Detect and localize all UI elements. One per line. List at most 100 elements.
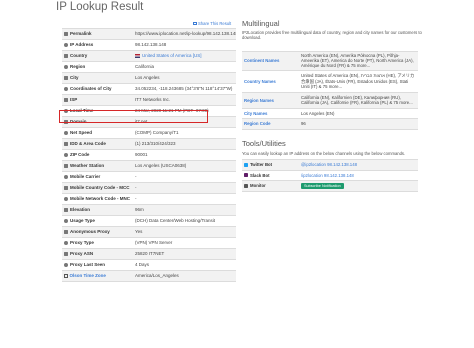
lookup-key: IDD & Area Code bbox=[62, 138, 133, 150]
lookup-row: Mobile Country Code - MCC - bbox=[62, 182, 236, 194]
share-result-link[interactable]: Share This Result bbox=[193, 21, 231, 26]
lookup-key-label: Usage Type bbox=[70, 218, 95, 223]
lookup-key-label: Proxy ASN bbox=[70, 251, 94, 256]
multilingual-value: United States of America (EN), ארצות הבר… bbox=[299, 69, 418, 93]
tool-key: Slack Bot bbox=[242, 169, 299, 181]
lookup-key: ZIP Code bbox=[62, 149, 133, 161]
lookup-row: ISP IT7 Networks Inc. bbox=[62, 94, 236, 106]
multilingual-value: California (EN), Kalifornien (DE), Калиф… bbox=[299, 91, 418, 109]
lookup-value: Los Angeles bbox=[133, 72, 236, 84]
lookup-key-label: Weather Station bbox=[70, 163, 105, 168]
region-icon bbox=[64, 64, 68, 69]
lookup-value-text: 34.052234, -118.243685 (34°3'8"N 118°14'… bbox=[135, 86, 233, 91]
lookup-key: Proxy ASN bbox=[62, 248, 133, 260]
multilingual-title: Multilingual bbox=[242, 19, 280, 28]
us-flag-icon bbox=[135, 54, 140, 58]
lookup-row: Anonymous Proxy Yes bbox=[62, 226, 236, 238]
lookup-key-label: ISP bbox=[70, 97, 78, 102]
monitor-icon bbox=[244, 183, 248, 188]
lookup-value: IT7 Networks Inc. bbox=[133, 94, 236, 106]
lookup-key-label: Coordinates of City bbox=[70, 86, 112, 91]
isp-highlight-box bbox=[59, 110, 208, 123]
multilingual-row: Region Code 96 bbox=[242, 118, 418, 130]
lookup-value-text: - bbox=[135, 196, 137, 201]
proxy-icon bbox=[64, 262, 68, 267]
lookup-key: Proxy Type bbox=[62, 237, 133, 249]
lookup-value: 98.142.138.148 bbox=[133, 39, 236, 51]
multilingual-row: City Names Los Angeles (EN) bbox=[242, 107, 418, 119]
lookup-key: ISP bbox=[62, 94, 133, 106]
lookup-key-label: Permalink bbox=[70, 31, 92, 36]
multilingual-table: Continent Names North America (EN), Ameri… bbox=[242, 51, 418, 130]
lookup-value-text: - bbox=[135, 185, 137, 190]
speed-icon bbox=[64, 130, 68, 135]
mobile-icon bbox=[64, 196, 68, 201]
lookup-key-label: Proxy Last Seen bbox=[70, 262, 106, 267]
tool-value: @ip2location 98.142.138.148 bbox=[299, 159, 418, 170]
lookup-row: Proxy ASN 25820 IT7NET bbox=[62, 248, 236, 260]
subscribe-notification-button[interactable]: Subscribe Notification bbox=[301, 182, 344, 189]
lookup-key: Proxy Last Seen bbox=[62, 259, 133, 271]
multilingual-value: Los Angeles (EN) bbox=[299, 107, 418, 119]
lookup-key: Mobile Network Code - MNC bbox=[62, 193, 133, 205]
lookup-row: Olson Time Zone America/Los_Angeles bbox=[62, 270, 236, 282]
tool-row: Twitter Bot @ip2location 98.142.138.148 bbox=[242, 159, 418, 170]
lookup-value-text: America/Los_Angeles bbox=[135, 273, 179, 278]
lookup-value: (DCH) Data Center/Web Hosting/Transit bbox=[133, 215, 236, 227]
lookup-key-label: Mobile Network Code - MNC bbox=[70, 196, 131, 201]
lookup-value-text: https://www.iplocation.net/ip-lookup/98.… bbox=[135, 31, 236, 36]
lookup-value: 4 Days bbox=[133, 259, 236, 271]
lookup-key: Coordinates of City bbox=[62, 83, 133, 95]
ip-icon bbox=[64, 42, 68, 47]
lookup-value: (1) 213/310/424/323 bbox=[133, 138, 236, 150]
lookup-value-text: 4 Days bbox=[135, 262, 150, 267]
lookup-value-text[interactable]: United States of America [US] bbox=[142, 53, 202, 58]
tool-key: Monitor bbox=[242, 180, 299, 192]
lookup-key[interactable]: Olson Time Zone bbox=[62, 270, 133, 282]
tool-value: /ip2location 98.142.138.148 bbox=[299, 169, 418, 181]
share-label: Share This Result bbox=[198, 21, 232, 26]
lookup-value: 34.052234, -118.243685 (34°3'8"N 118°14'… bbox=[133, 83, 236, 95]
lookup-key: Country bbox=[62, 50, 133, 62]
lookup-key-label: Region bbox=[70, 64, 86, 69]
lookup-value: - bbox=[133, 171, 236, 183]
multilingual-row: Continent Names North America (EN), Ameri… bbox=[242, 51, 418, 71]
lookup-value: America/Los_Angeles bbox=[133, 270, 236, 282]
lookup-key-label: IDD & Area Code bbox=[70, 141, 106, 146]
multilingual-key: City Names bbox=[242, 107, 299, 119]
lookup-row: IDD & Area Code (1) 213/310/424/323 bbox=[62, 138, 236, 150]
lookup-row: Mobile Carrier - bbox=[62, 171, 236, 183]
lookup-key-label: ZIP Code bbox=[70, 152, 90, 157]
lookup-value-text: Los Angeles bbox=[135, 75, 160, 80]
lookup-key: Permalink bbox=[62, 28, 133, 40]
lookup-row: Mobile Network Code - MNC - bbox=[62, 193, 236, 205]
lookup-value: 25820 IT7NET bbox=[133, 248, 236, 260]
lookup-value-text: (COMP) Company/T1 bbox=[135, 130, 179, 135]
isp-icon bbox=[64, 97, 68, 102]
lookup-value-text: (VPN) VPN Server bbox=[135, 240, 173, 245]
tool-value: Subscribe Notification bbox=[299, 180, 418, 192]
tool-key-label: Twitter Bot bbox=[250, 162, 273, 168]
lookup-value: Yes bbox=[133, 226, 236, 238]
lookup-row: Weather Station Los Angeles (USCA0638) bbox=[62, 160, 236, 172]
lookup-key-label: Country bbox=[70, 53, 88, 58]
lookup-key: City bbox=[62, 72, 133, 84]
lookup-value-text: California bbox=[135, 64, 155, 69]
lookup-value-text: - bbox=[135, 174, 137, 179]
multilingual-key: Region Code bbox=[242, 118, 299, 130]
multilingual-row: Country Names United States of America (E… bbox=[242, 69, 418, 93]
mobile-icon bbox=[64, 174, 68, 179]
tool-command[interactable]: @ip2location 98.142.138.148 bbox=[301, 162, 357, 167]
lookup-value: 96m bbox=[133, 204, 236, 216]
multilingual-key: Continent Names bbox=[242, 51, 299, 71]
lookup-key: IP Address bbox=[62, 39, 133, 51]
globe-icon bbox=[64, 53, 68, 58]
lookup-key: Anonymous Proxy bbox=[62, 226, 133, 238]
multilingual-key: Region Names bbox=[242, 91, 299, 109]
lookup-key-label: IP Address bbox=[70, 42, 94, 47]
tool-command[interactable]: /ip2location 98.142.138.148 bbox=[301, 173, 354, 178]
tool-key-label: Slack Bot bbox=[250, 172, 270, 178]
lookup-value-text: IT7 Networks Inc. bbox=[135, 97, 171, 102]
link-icon bbox=[64, 31, 68, 36]
phone-icon bbox=[64, 141, 68, 146]
